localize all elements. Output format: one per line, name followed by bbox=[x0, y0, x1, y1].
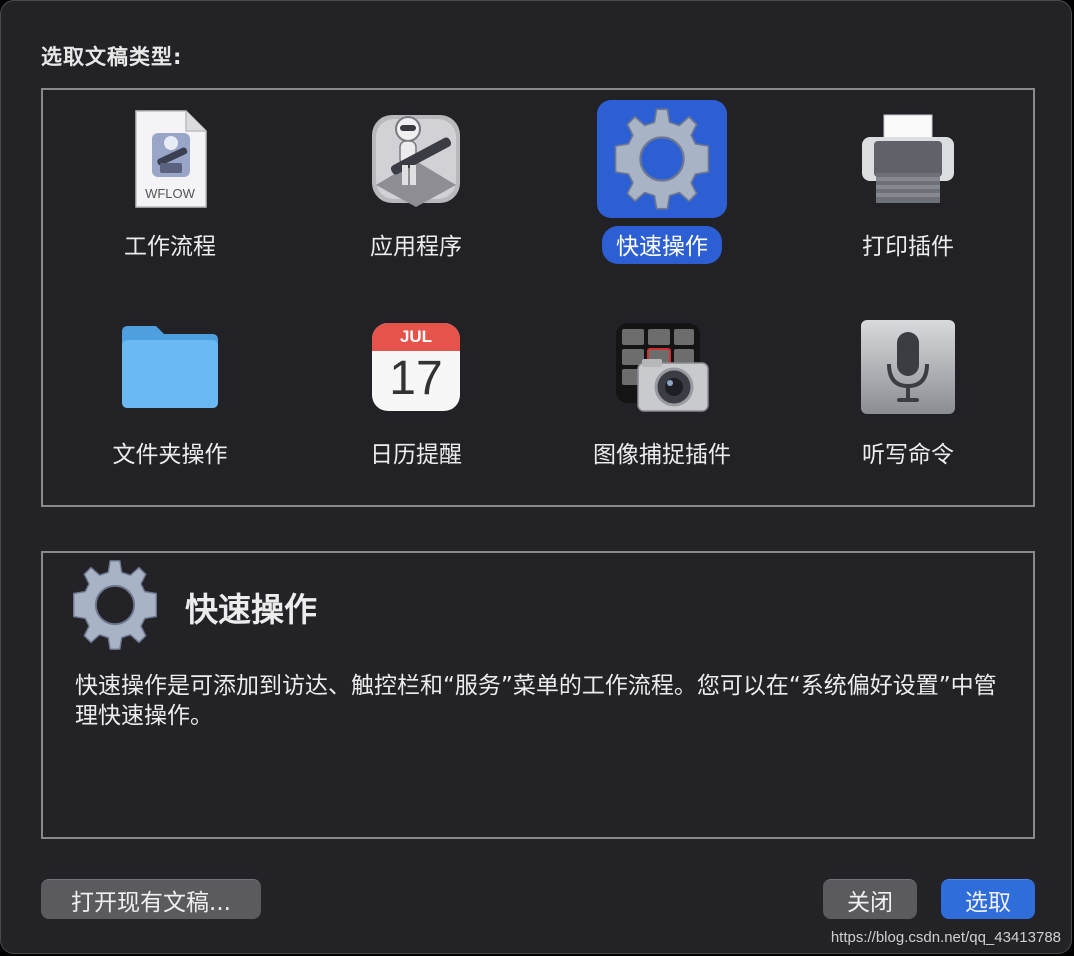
image-capture-icon bbox=[597, 308, 727, 426]
gear-icon bbox=[597, 100, 727, 218]
type-item-application[interactable]: 应用程序 bbox=[293, 96, 539, 286]
workflow-file-badge: WFLOW bbox=[145, 186, 195, 201]
automator-robot-icon bbox=[351, 100, 481, 218]
type-label: 日历提醒 bbox=[370, 442, 462, 468]
description-text: 快速操作是可添加到访达、触控栏和“服务”菜单的工作流程。您可以在“系统偏好设置”… bbox=[75, 673, 997, 729]
type-item-calendar-alarm[interactable]: JUL 17 日历提醒 bbox=[293, 304, 539, 494]
printer-icon bbox=[843, 100, 973, 218]
new-document-dialog: 选取文稿类型: WFLOW 工作流程 应用程序 快速操作 打印插件 文件夹操作 … bbox=[0, 0, 1072, 954]
folder-icon bbox=[105, 308, 235, 426]
calendar-icon: JUL 17 bbox=[351, 308, 481, 426]
calendar-month: JUL bbox=[372, 323, 460, 351]
type-item-print-plugin[interactable]: 打印插件 bbox=[785, 96, 1031, 286]
type-label: 图像捕捉插件 bbox=[593, 442, 731, 468]
gear-icon bbox=[67, 557, 163, 653]
type-label: 快速操作 bbox=[602, 226, 722, 264]
type-label: 打印插件 bbox=[862, 234, 954, 260]
type-label: 文件夹操作 bbox=[112, 442, 228, 468]
type-item-workflow[interactable]: WFLOW 工作流程 bbox=[47, 96, 293, 286]
type-item-quick-action[interactable]: 快速操作 bbox=[539, 96, 785, 286]
type-label: 应用程序 bbox=[370, 234, 462, 260]
close-button[interactable]: 关闭 bbox=[823, 879, 917, 919]
type-item-dictation-command[interactable]: 听写命令 bbox=[785, 304, 1031, 494]
dialog-prompt: 选取文稿类型: bbox=[41, 45, 183, 69]
type-item-image-capture[interactable]: 图像捕捉插件 bbox=[539, 304, 785, 494]
type-label: 听写命令 bbox=[862, 442, 954, 468]
open-existing-document-button[interactable]: 打开现有文稿... bbox=[41, 879, 261, 919]
calendar-day: 17 bbox=[389, 352, 443, 405]
document-type-grid: WFLOW 工作流程 应用程序 快速操作 打印插件 文件夹操作 JUL 17 日… bbox=[41, 88, 1035, 507]
type-item-folder-action[interactable]: 文件夹操作 bbox=[47, 304, 293, 494]
microphone-icon bbox=[843, 308, 973, 426]
choose-button[interactable]: 选取 bbox=[941, 879, 1035, 919]
description-panel: 快速操作 快速操作是可添加到访达、触控栏和“服务”菜单的工作流程。您可以在“系统… bbox=[41, 551, 1035, 839]
type-label: 工作流程 bbox=[124, 234, 216, 260]
workflow-file-icon: WFLOW bbox=[105, 100, 235, 218]
watermark: https://blog.csdn.net/qq_43413788 bbox=[830, 929, 1061, 946]
description-title: 快速操作 bbox=[185, 590, 317, 629]
